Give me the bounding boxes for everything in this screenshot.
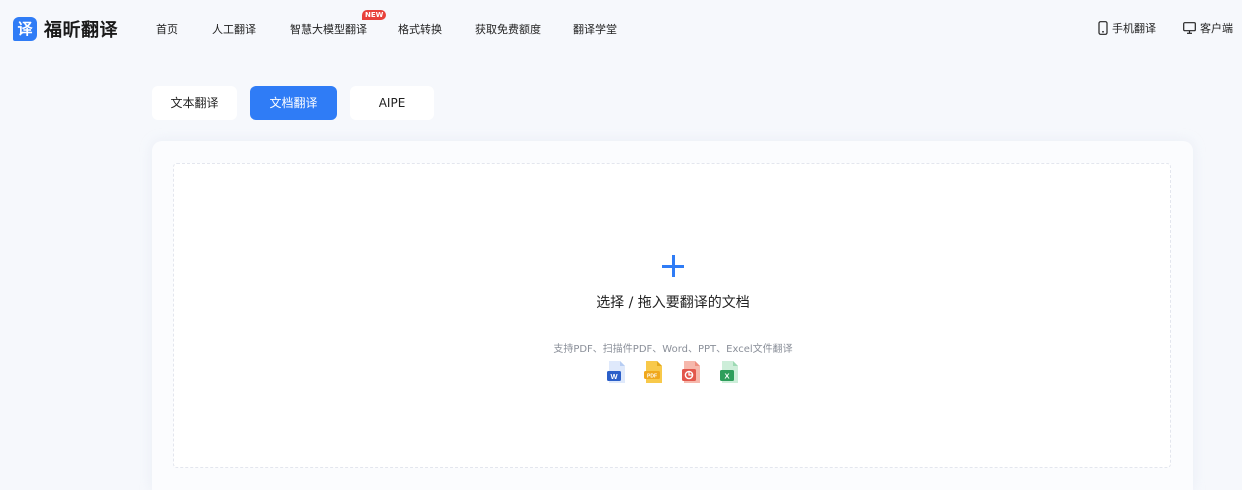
logo-icon: 译 [13,17,37,41]
upload-title: 选择 / 拖入要翻译的文档 [596,295,750,311]
upload-card: 选择 / 拖入要翻译的文档 支持PDF、扫描件PDF、Word、PPT、Exce… [152,141,1193,490]
new-badge: NEW [362,10,387,20]
excel-file-icon: X [720,361,738,383]
tab-text-translation[interactable]: 文本翻译 [152,86,237,120]
plus-icon [661,254,685,278]
desktop-client-label: 客户端 [1200,22,1233,35]
nav-llm-translation[interactable]: 智慧大模型翻译 NEW [290,10,387,37]
nav-home[interactable]: 首页 [156,21,178,37]
ppt-file-icon [682,361,700,383]
desktop-client-link[interactable]: 客户端 [1183,20,1233,36]
nav-free-quota[interactable]: 获取免费额度 [475,21,541,37]
mobile-translation-label: 手机翻译 [1112,22,1156,35]
mobile-translation-link[interactable]: 手机翻译 [1098,20,1156,36]
file-type-icons: W PDF X [606,360,746,384]
phone-icon [1098,21,1108,35]
svg-text:X: X [724,372,729,381]
tab-aipe[interactable]: AIPE [350,86,434,120]
svg-text:W: W [610,372,618,381]
monitor-icon [1183,22,1196,34]
brand-logo[interactable]: 译 福昕翻译 [13,16,118,42]
file-dropzone[interactable]: 选择 / 拖入要翻译的文档 支持PDF、扫描件PDF、Word、PPT、Exce… [173,163,1171,468]
nav-translation-academy[interactable]: 翻译学堂 [573,21,617,37]
top-navigation-bar: 译 福昕翻译 首页 人工翻译 智慧大模型翻译 NEW 格式转换 获取免费额度 翻… [0,0,1242,56]
nav-llm-translation-label: 智慧大模型翻译 [290,23,367,36]
pdf-file-icon: PDF [644,361,662,383]
tab-document-translation[interactable]: 文档翻译 [250,86,337,120]
nav-human-translation[interactable]: 人工翻译 [212,21,256,37]
brand-name: 福昕翻译 [44,20,118,41]
nav-format-convert[interactable]: 格式转换 [398,21,442,37]
svg-text:PDF: PDF [647,374,657,380]
word-file-icon: W [607,361,625,383]
supported-formats-hint: 支持PDF、扫描件PDF、Word、PPT、Excel文件翻译 [553,344,793,355]
